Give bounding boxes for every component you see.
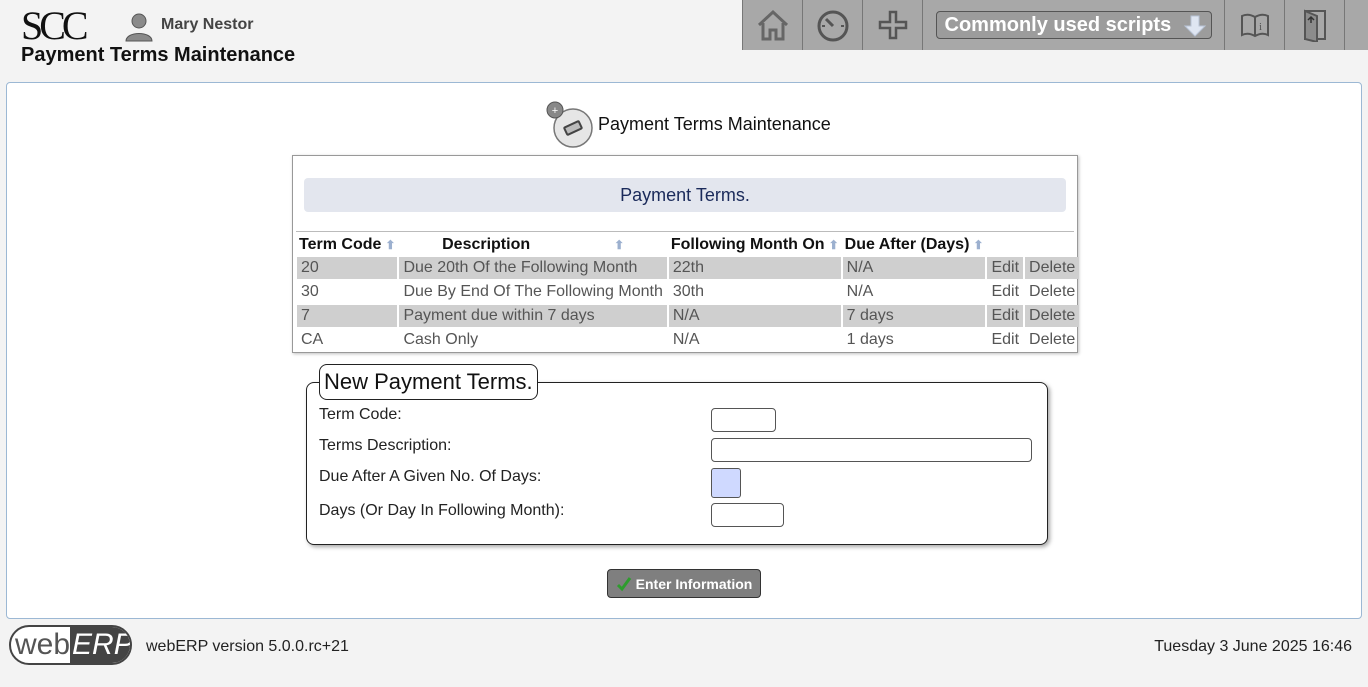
scripts-menu-label: Commonly used scripts	[944, 13, 1172, 36]
section-title: Payment Terms Maintenance	[598, 114, 831, 134]
terms-description-input[interactable]	[711, 438, 1032, 462]
table-header-row: Term Code ⬆ Description ⬆ Following Month …	[297, 235, 1079, 255]
term-code-cell: 30	[301, 283, 319, 300]
book-icon: i	[1240, 13, 1269, 38]
delete-link[interactable]: Delete	[1025, 281, 1079, 303]
home-icon	[757, 9, 788, 41]
term-code-cell: 7	[297, 305, 398, 327]
version-text: webERP version 5.0.0.rc+21	[146, 638, 349, 655]
term-code-cell: 20	[297, 257, 398, 279]
table-row: 20 Due 20th Of the Following Month 22th …	[297, 257, 1080, 279]
days-label: Days (Or Day In Following Month):	[319, 502, 565, 519]
date-time: Tuesday 3 June 2025 16:46	[1154, 638, 1352, 655]
due-after-days-label: Due After A Given No. Of Days:	[319, 468, 542, 485]
term-code-cell: CA	[301, 331, 324, 348]
scripts-menu-container: Commonly used scripts	[923, 0, 1225, 50]
term-code-input[interactable]	[711, 408, 776, 432]
company-logo: SCC	[21, 3, 89, 48]
column-header-term-code[interactable]: Term Code ⬆	[297, 235, 397, 255]
following-month-cell: 22th	[668, 257, 841, 279]
header: SCC Mary Nestor Payment Terms Maintenanc…	[0, 0, 1368, 80]
description-cell: Cash Only	[403, 331, 479, 348]
column-header-following-month-on[interactable]: Following Month On ⬆	[669, 235, 841, 255]
following-month-cell: N/A	[672, 331, 700, 348]
svg-text:i: i	[1259, 21, 1262, 33]
toolbar: Commonly used scripts i	[742, 0, 1368, 50]
term-code-label: Term Code:	[319, 406, 402, 423]
column-header-edit	[987, 235, 1023, 255]
main-panel: + Payment Terms Maintenance Payment Term…	[6, 82, 1362, 619]
table-row: 7 Payment due within 7 days N/A 7 days E…	[297, 305, 1080, 327]
delete-link[interactable]: Delete	[1025, 305, 1080, 327]
sort-arrow-icon: ⬆	[614, 238, 625, 252]
table-row: 30 Due By End Of The Following Month 30t…	[297, 281, 1079, 303]
description-cell: Due By End Of The Following Month	[403, 283, 663, 300]
description-cell: Payment due within 7 days	[399, 305, 667, 327]
enter-information-button[interactable]: Enter Information	[607, 569, 761, 598]
new-payment-terms-form: New Payment Terms. Term Code: Terms Desc…	[306, 364, 1048, 545]
due-after-cell: 1 days	[846, 331, 894, 348]
form-legend: New Payment Terms.	[319, 364, 538, 400]
days-input[interactable]	[711, 503, 784, 527]
column-header-description[interactable]: Description ⬆	[399, 235, 666, 255]
plus-icon	[878, 10, 907, 40]
due-after-cell: N/A	[842, 257, 986, 279]
dashboard-button[interactable]	[803, 0, 863, 50]
gauge-icon	[817, 10, 848, 42]
payment-terms-table-box: Payment Terms. Term Code ⬆ Description ⬆ F…	[292, 155, 1081, 353]
commonly-used-scripts-dropdown[interactable]: Commonly used scripts	[935, 11, 1212, 39]
weberp-logo: web ERP	[9, 625, 132, 665]
table-row: CA Cash Only N/A 1 days Edit Delete	[297, 329, 1079, 351]
edit-link[interactable]: Edit	[987, 281, 1023, 303]
column-header-due-after-days[interactable]: Due After (Days) ⬆	[843, 235, 986, 255]
home-button[interactable]	[743, 0, 803, 50]
payment-terms-icon: +	[546, 101, 593, 148]
user-name[interactable]: Mary Nestor	[161, 16, 253, 34]
delete-link[interactable]: Delete	[1025, 329, 1079, 351]
svg-text:+: +	[552, 105, 558, 117]
edit-link[interactable]: Edit	[987, 257, 1024, 279]
delete-link[interactable]: Delete	[1025, 257, 1080, 279]
arrow-down-icon	[1183, 15, 1206, 37]
due-after-cell: N/A	[846, 283, 874, 300]
following-month-cell: 30th	[672, 283, 704, 300]
sort-arrow-icon: ⬆	[828, 238, 839, 252]
checkmark-icon	[616, 576, 631, 591]
description-cell: Due 20th Of the Following Month	[399, 257, 667, 279]
page-title: Payment Terms Maintenance	[21, 44, 296, 66]
divider	[296, 231, 1074, 232]
table-caption: Payment Terms.	[304, 178, 1066, 212]
due-after-days-checkbox[interactable]	[711, 468, 741, 498]
enter-information-label: Enter Information	[635, 575, 753, 592]
user-icon	[125, 13, 153, 42]
manual-button[interactable]: i	[1225, 0, 1285, 50]
due-after-cell: 7 days	[842, 305, 986, 327]
following-month-cell: N/A	[668, 305, 841, 327]
terms-description-label: Terms Description:	[319, 437, 452, 454]
edit-link[interactable]: Edit	[987, 305, 1024, 327]
column-header-delete	[1025, 235, 1079, 255]
add-button[interactable]	[863, 0, 923, 50]
sort-arrow-icon: ⬆	[973, 238, 984, 252]
exit-door-icon	[1303, 9, 1326, 42]
logout-button[interactable]	[1285, 0, 1345, 50]
payment-terms-table: Term Code ⬆ Description ⬆ Following Month …	[295, 233, 1081, 353]
sort-arrow-icon: ⬆	[385, 238, 396, 252]
edit-link[interactable]: Edit	[987, 329, 1023, 351]
